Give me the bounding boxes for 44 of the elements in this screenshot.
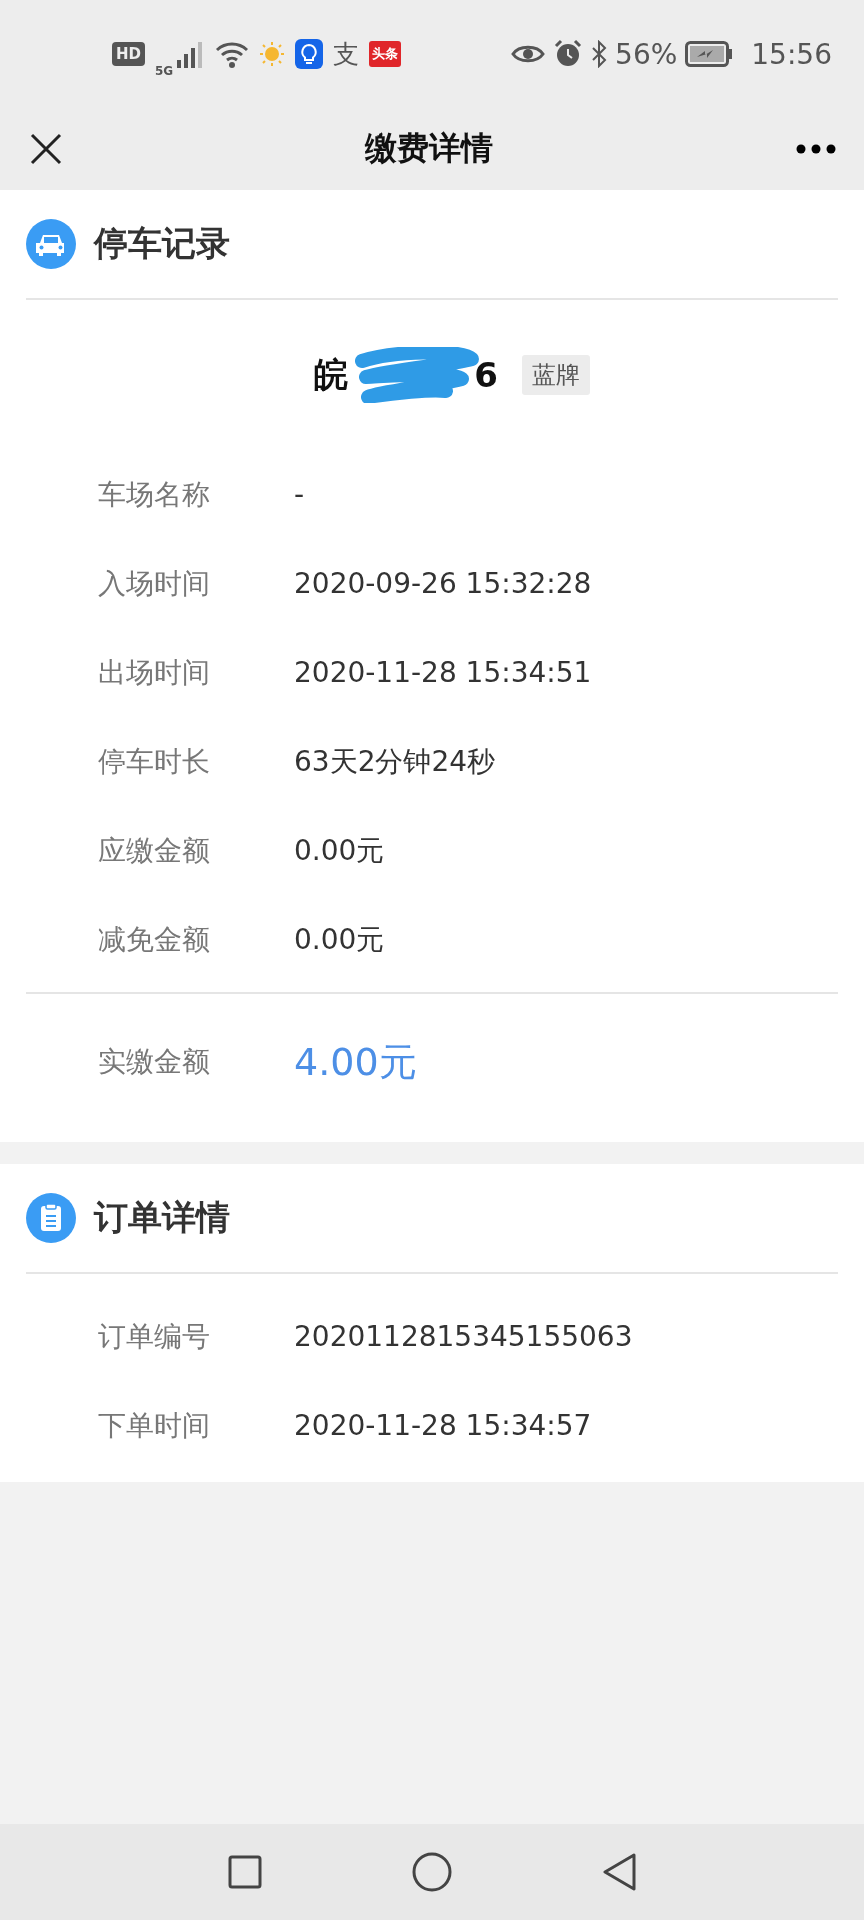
field-label: 入场时间 [98, 565, 211, 602]
section-title: 停车记录 [94, 222, 230, 265]
back-icon[interactable] [602, 1853, 636, 1891]
field-label: 停车时长 [98, 743, 211, 780]
field-value: 2020-11-28 15:34:57 [294, 1409, 592, 1442]
field-value: 0.00元 [294, 832, 385, 869]
network-type: 5G [155, 64, 174, 78]
field-value: 2020-09-26 15:32:28 [294, 567, 592, 600]
clock-time: 15:56 [751, 37, 832, 71]
field-value: 63天2分钟24秒 [294, 743, 496, 780]
section-title: 订单详情 [94, 1196, 230, 1239]
alarm-icon [553, 39, 584, 69]
field-value: 2020112815345155063 [294, 1320, 633, 1353]
notification-glyph: 支 [333, 37, 360, 71]
field-label: 订单编号 [98, 1318, 211, 1355]
field-label: 实缴金额 [98, 1044, 211, 1080]
home-icon[interactable] [412, 1852, 452, 1892]
recent-apps-icon[interactable] [228, 1855, 262, 1889]
plate-number: 6 [474, 355, 498, 395]
plate-number: 皖 [314, 353, 349, 396]
field-value: 0.00元 [294, 921, 385, 958]
battery-percent: 56% [615, 37, 678, 71]
eye-icon [511, 43, 546, 65]
lightbulb-icon [295, 39, 324, 69]
page-title: 缴费详情 [365, 128, 493, 169]
paid-amount: 4.00元 [294, 1038, 417, 1086]
field-value: 2020-11-28 15:34:51 [294, 656, 592, 689]
hd-indicator: HD [112, 42, 145, 66]
car-icon [26, 219, 76, 269]
notification-badge: 头条 [369, 41, 402, 67]
clipboard-icon [26, 1193, 76, 1243]
plate-color-tag: 蓝牌 [521, 355, 590, 395]
field-label: 下单时间 [98, 1407, 211, 1444]
more-icon [796, 144, 836, 154]
field-value: - [294, 478, 305, 511]
close-icon [30, 133, 62, 165]
field-label: 车场名称 [98, 476, 211, 513]
sun-icon [259, 41, 286, 67]
bluetooth-icon [591, 40, 608, 68]
field-label: 应缴金额 [98, 832, 211, 869]
field-label: 减免金额 [98, 921, 211, 958]
battery-charging-icon [685, 41, 734, 67]
wifi-icon [215, 40, 250, 68]
field-label: 出场时间 [98, 654, 211, 691]
